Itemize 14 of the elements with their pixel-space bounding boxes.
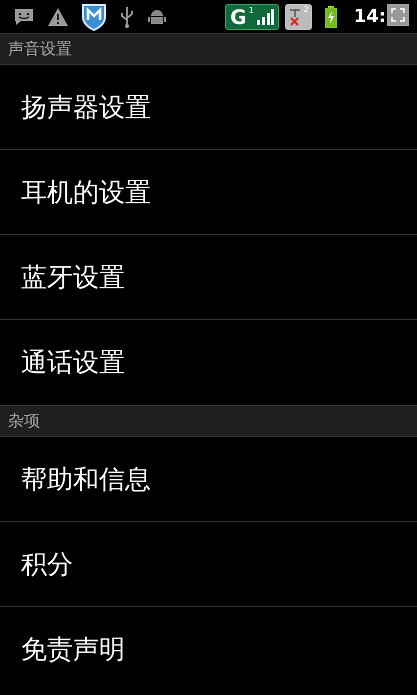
signal-icon xyxy=(256,8,274,26)
sim-slot: 2 xyxy=(304,4,309,14)
section-header: 杂项 xyxy=(0,405,417,437)
shield-icon xyxy=(81,2,107,30)
usb-icon xyxy=(119,6,135,28)
clock: 14: xyxy=(354,6,386,27)
network-type: G xyxy=(230,6,247,26)
fullscreen-icon xyxy=(391,8,405,22)
warning-icon xyxy=(47,6,69,26)
fullscreen-button[interactable] xyxy=(387,4,409,26)
sim-slot: 1 xyxy=(248,6,254,14)
section-header: 声音设置 xyxy=(0,33,417,65)
chat-icon xyxy=(13,6,35,26)
battery-icon xyxy=(324,6,338,28)
